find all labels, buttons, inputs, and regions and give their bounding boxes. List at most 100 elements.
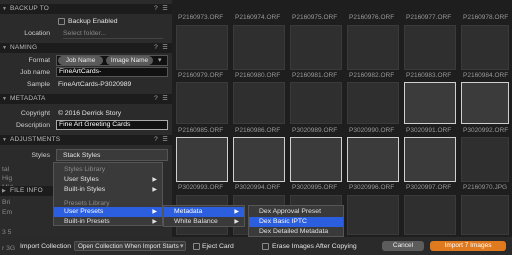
collapse-triangle-icon[interactable]: ▼ xyxy=(2,4,7,14)
photo-thumbnail[interactable] xyxy=(176,82,228,124)
erase-images-label: Erase Images After Copying xyxy=(272,243,357,250)
photo-thumbnail-selected[interactable] xyxy=(233,137,285,182)
photo-thumbnail-selected[interactable] xyxy=(461,82,509,124)
menu-item-user-styles[interactable]: User Styles ▶ xyxy=(54,175,162,185)
menu-item-built-in-styles[interactable]: Built-in Styles ▶ xyxy=(54,185,162,195)
menu-icon[interactable]: ☰ xyxy=(162,94,168,104)
thumb-filename: P2160976.ORF xyxy=(349,14,395,21)
help-icon[interactable]: ? xyxy=(154,135,158,145)
photo-thumbnail[interactable] xyxy=(290,25,342,70)
menu-item-user-presets[interactable]: User Presets ▶ xyxy=(54,207,162,217)
location-label: Location xyxy=(24,30,50,37)
job-name-field[interactable]: FineArtCards- xyxy=(56,67,168,77)
thumb-filename: P3020993.ORF xyxy=(178,184,224,191)
user-presets-submenu: Metadata ▶ White Balance ▶ xyxy=(163,205,245,227)
dropdown-arrow-icon[interactable]: ▾ xyxy=(180,242,183,251)
photo-thumbnail-selected[interactable] xyxy=(347,137,399,182)
thumb-filename: P2160983.ORF xyxy=(406,72,452,79)
menu-icon[interactable]: ☰ xyxy=(162,4,168,14)
location-field[interactable]: Select folder... xyxy=(63,29,163,39)
section-header-adjustments[interactable]: ▼ ADJUSTMENTS ? ☰ xyxy=(0,135,172,145)
thumb-filename: P2160986.ORF xyxy=(235,127,281,134)
submenu-arrow-icon: ▶ xyxy=(152,187,157,193)
section-title: BACKUP TO xyxy=(10,5,50,12)
menu-item-built-in-presets[interactable]: Built-in Presets ▶ xyxy=(54,217,162,227)
photo-thumbnail[interactable] xyxy=(347,25,399,70)
fragment: 3 5 xyxy=(2,229,12,236)
menu-item-metadata[interactable]: Metadata ▶ xyxy=(164,207,244,217)
menu-icon[interactable]: ☰ xyxy=(162,43,168,53)
section-title: ADJUSTMENTS xyxy=(10,136,61,143)
job-name-label: Job name xyxy=(20,69,50,76)
section-header-backup[interactable]: ▼ BACKUP TO ? ☰ xyxy=(0,4,172,14)
format-label: Format xyxy=(28,57,50,64)
photo-thumbnail[interactable] xyxy=(233,82,285,124)
menu-item-white-balance[interactable]: White Balance ▶ xyxy=(164,217,244,227)
erase-images-checkbox[interactable] xyxy=(262,243,269,250)
sample-label: Sample xyxy=(26,81,50,88)
fragment: Bri xyxy=(2,199,11,206)
thumb-filename: P3020992.ORF xyxy=(463,127,509,134)
thumb-filename: P2160970.JPG xyxy=(463,184,508,191)
thumb-filename: P3020990.ORF xyxy=(349,127,395,134)
thumb-filename: P3020996.ORF xyxy=(349,184,395,191)
collapse-triangle-icon[interactable]: ▼ xyxy=(2,135,7,145)
copyright-label: Copyright xyxy=(20,110,50,117)
photo-thumbnail[interactable] xyxy=(176,25,228,70)
styles-menu: Styles Library User Styles ▶ Built-in Sty… xyxy=(53,162,163,226)
section-header-fileinfo[interactable]: ▶ FILE INFO xyxy=(0,186,60,196)
fragment: r 3G xyxy=(2,245,16,252)
photo-thumbnail[interactable] xyxy=(461,137,509,182)
submenu-arrow-icon: ▶ xyxy=(152,209,157,215)
fragment: Hig xyxy=(2,175,13,182)
token-image-name[interactable]: Image Name xyxy=(106,56,153,65)
photo-thumbnail-selected[interactable] xyxy=(290,137,342,182)
thumb-filename: P2160978.ORF xyxy=(463,14,509,21)
collapse-triangle-icon[interactable]: ▼ xyxy=(2,43,7,53)
token-job-name[interactable]: Job Name xyxy=(58,56,103,65)
photo-thumbnail[interactable] xyxy=(347,82,399,124)
copyright-field[interactable]: © 2016 Derrick Story xyxy=(58,109,121,118)
collapse-triangle-icon[interactable]: ▶ xyxy=(2,186,6,196)
section-header-metadata[interactable]: ▼ METADATA ? ☰ xyxy=(0,94,172,104)
styles-value: Stack Styles xyxy=(63,152,101,159)
photo-thumbnail[interactable] xyxy=(404,195,456,235)
photo-thumbnail[interactable] xyxy=(461,25,509,70)
photo-thumbnail[interactable] xyxy=(233,25,285,70)
menu-icon[interactable]: ☰ xyxy=(162,135,168,145)
section-title: METADATA xyxy=(10,95,46,102)
thumb-filename: P3020989.ORF xyxy=(292,127,338,134)
photo-thumbnail-selected[interactable] xyxy=(176,137,228,182)
photo-thumbnail-selected[interactable] xyxy=(404,82,456,124)
photo-thumbnail[interactable] xyxy=(290,82,342,124)
submenu-arrow-icon: ▶ xyxy=(234,219,239,225)
help-icon[interactable]: ? xyxy=(154,43,158,53)
cancel-button[interactable]: Cancel xyxy=(382,241,424,251)
section-title: FILE INFO xyxy=(10,187,43,194)
backup-enabled-checkbox[interactable] xyxy=(58,18,65,25)
thumb-filename: P2160979.ORF xyxy=(178,72,224,79)
section-header-naming[interactable]: ▼ NAMING ? ☰ xyxy=(0,43,172,53)
photo-thumbnail-selected[interactable] xyxy=(404,137,456,182)
description-label: Description xyxy=(16,122,50,129)
photo-thumbnail[interactable] xyxy=(347,195,399,235)
import-collection-label: Import Collection xyxy=(20,243,71,250)
eject-card-checkbox[interactable] xyxy=(193,243,200,250)
submenu-arrow-icon: ▶ xyxy=(152,177,157,183)
eject-card-label: Eject Card xyxy=(202,243,234,250)
photo-thumbnail[interactable] xyxy=(404,25,456,70)
menu-item-dex-detailed-metadata[interactable]: Dex Detailed Metadata xyxy=(249,227,343,237)
thumb-filename: P2160982.ORF xyxy=(349,72,395,79)
description-field[interactable]: Fine Art Greeting Cards xyxy=(56,120,168,130)
help-icon[interactable]: ? xyxy=(154,94,158,104)
photo-thumbnail[interactable] xyxy=(461,195,509,235)
import-button[interactable]: Import 7 Images xyxy=(430,241,506,251)
fragment: tal xyxy=(2,166,10,173)
section-title: NAMING xyxy=(10,44,38,51)
menu-item-dex-basic-iptc[interactable]: Dex Basic IPTC xyxy=(249,217,343,227)
backup-enabled-label: Backup Enabled xyxy=(68,18,118,25)
help-icon[interactable]: ? xyxy=(154,4,158,14)
dropdown-arrow-icon[interactable]: ▾ xyxy=(158,56,161,65)
menu-item-dex-approval-preset[interactable]: Dex Approval Preset xyxy=(249,207,343,217)
collapse-triangle-icon[interactable]: ▼ xyxy=(2,94,7,104)
